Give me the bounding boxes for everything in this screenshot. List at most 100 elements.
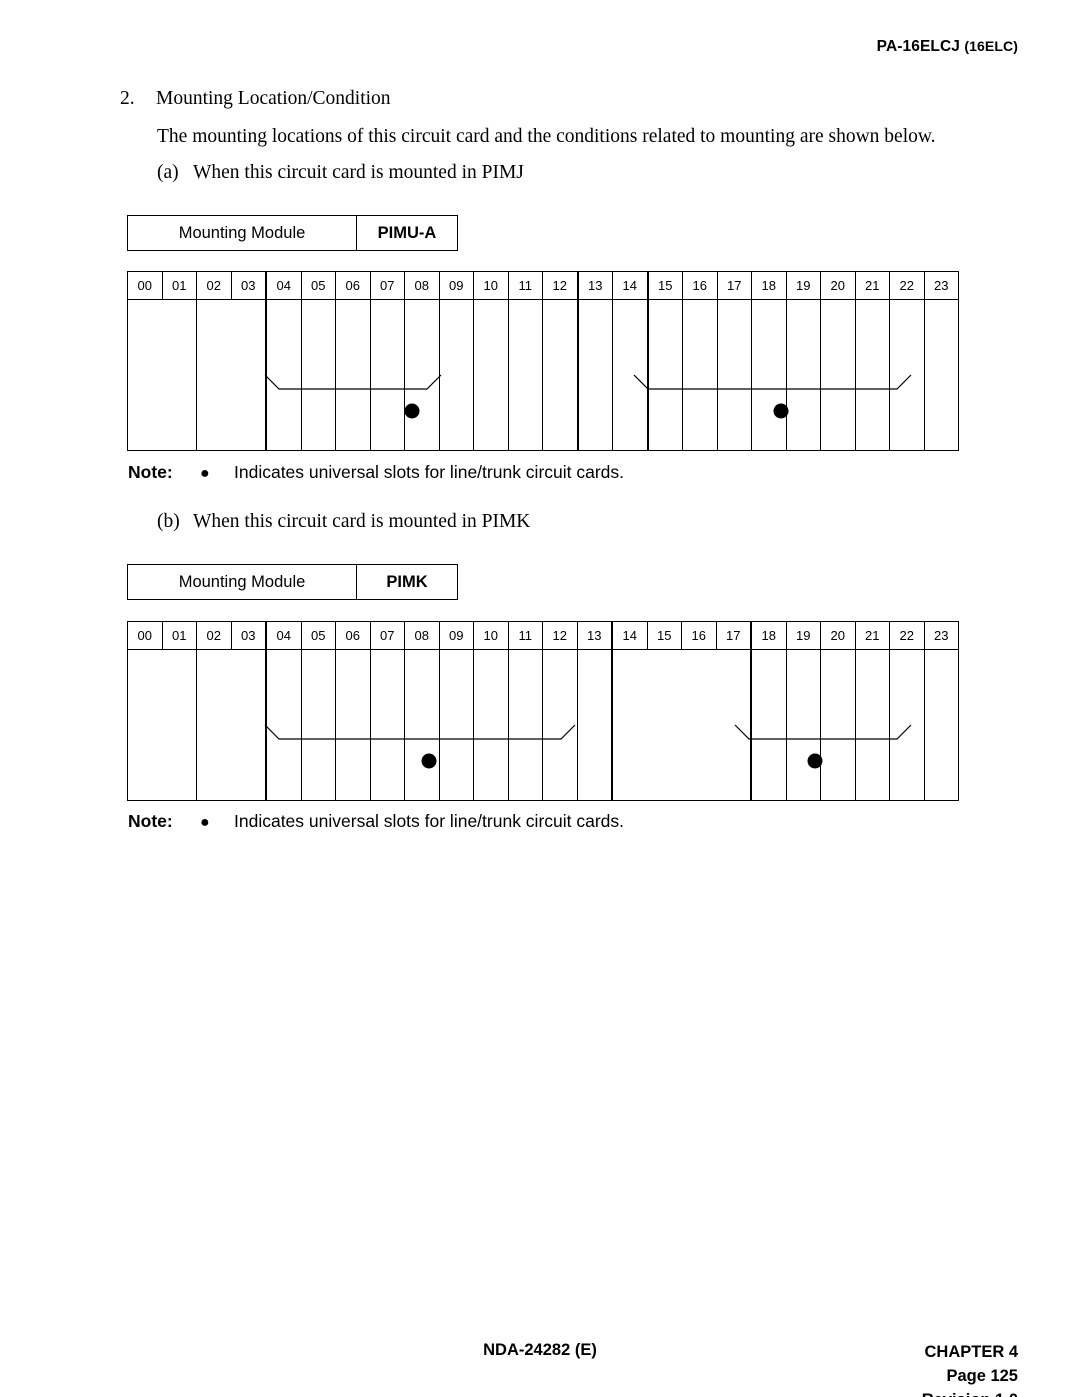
header-product-suffix: (16ELC): [964, 38, 1018, 54]
slot-body-cell: [716, 299, 752, 451]
slot-number-cell: 17: [715, 621, 752, 650]
slot-number-cell: 16: [681, 621, 717, 650]
slot-number-cell: 21: [854, 621, 890, 650]
slot-number-cell: 11: [507, 271, 543, 300]
module-label-b: Mounting Module: [127, 564, 357, 600]
slot-number-cell: 10: [473, 621, 509, 650]
slot-number-cell: 09: [438, 271, 474, 300]
note-line-a: Note: ● Indicates universal slots for line…: [128, 462, 624, 483]
slot-body-cell: [473, 649, 509, 801]
slot-body-cell: [300, 299, 336, 451]
slot-number-cell: 05: [300, 621, 336, 650]
slot-body-cell: [750, 649, 787, 801]
footer-page: Page 125: [946, 1366, 1018, 1385]
slot-body-cell: [300, 649, 336, 801]
table-row: Mounting Module PIMK: [127, 564, 458, 600]
note-text-a: Indicates universal slots for line/trunk…: [234, 462, 625, 482]
slot-number-cell: 07: [369, 271, 405, 300]
slot-number-cell: 15: [646, 621, 682, 650]
slot-number-cell: 13: [577, 271, 613, 300]
module-label-a: Mounting Module: [127, 215, 357, 251]
subsection-a-label: (a): [157, 162, 179, 183]
slot-diagram-pimu-a: 00 01 02 03 04 05 06 07 08 09 10 11 12 1…: [127, 271, 959, 451]
slot-number-cell: 13: [576, 621, 613, 650]
subsection-b-label: (b): [157, 511, 180, 532]
slot-number-cell: 19: [785, 271, 821, 300]
slot-number-cell: 02: [196, 621, 232, 650]
slot-body-cell: [404, 299, 440, 451]
slot-number-cell: 05: [300, 271, 336, 300]
slot-body-row-a: [127, 299, 959, 451]
slot-number-cell: 17: [716, 271, 752, 300]
slot-number-cell: 18: [750, 621, 787, 650]
slot-number-cell: 19: [785, 621, 821, 650]
slot-number-cell: 23: [923, 621, 959, 650]
slot-number-cell: 20: [820, 271, 856, 300]
module-table-pimu-a: Mounting Module PIMU-A: [127, 215, 458, 251]
slot-number-cell: 03: [230, 271, 267, 300]
note-bullet-icon: ●: [200, 465, 210, 482]
slot-number-cell: 02: [196, 271, 232, 300]
table-row: Mounting Module PIMU-A: [127, 215, 458, 251]
note-line-b: Note: ● Indicates universal slots for line…: [128, 811, 624, 832]
slot-body-cell: [507, 649, 543, 801]
document-page: PA-16ELCJ (16ELC) 2. Mounting Location/Co…: [0, 0, 1080, 1397]
slot-number-cell: 21: [854, 271, 890, 300]
module-table-pimk: Mounting Module PIMK: [127, 564, 458, 600]
module-value-b: PIMK: [356, 564, 458, 600]
slot-number-cell: 12: [542, 271, 579, 300]
footer-chapter: CHAPTER 4: [924, 1343, 1018, 1361]
slot-body-cell: [369, 649, 405, 801]
slot-number-cell: 14: [611, 621, 648, 650]
slot-body-cell: [196, 649, 267, 801]
slot-number-cell: 11: [507, 621, 543, 650]
module-value-a: PIMU-A: [356, 215, 458, 251]
slot-grid-b: 00 01 02 03 04 05 06 07 08 09 10 11 12 1…: [127, 621, 959, 801]
slot-number-cell: 23: [923, 271, 959, 300]
slot-number-cell: 09: [438, 621, 474, 650]
footer-revision: Revision 1.0: [922, 1389, 1018, 1397]
header-product-code: PA-16ELCJ: [876, 38, 960, 55]
slot-number-cell: 20: [820, 621, 856, 650]
slot-number-cell: 16: [682, 271, 718, 300]
slot-number-cell: 08: [404, 271, 440, 300]
note-label-a: Note:: [128, 462, 173, 482]
slot-body-cell: [369, 299, 405, 451]
running-header: PA-16ELCJ (16ELC): [877, 38, 1018, 56]
slot-body-cell: [265, 299, 302, 451]
note-bullet-icon: ●: [200, 814, 210, 831]
slot-number-cell: 00: [127, 621, 163, 650]
slot-body-cell: [889, 649, 925, 801]
slot-body-row-b: [127, 649, 959, 801]
subsection-a-heading: (a) When this circuit card is mounted in …: [157, 162, 524, 184]
section-title: Mounting Location/Condition: [156, 88, 391, 109]
slot-body-cell: [196, 299, 267, 451]
slot-body-cell: [923, 299, 959, 451]
slot-body-cell: [785, 649, 821, 801]
slot-number-cell: 03: [230, 621, 267, 650]
slot-number-row-b: 00 01 02 03 04 05 06 07 08 09 10 11 12 1…: [127, 621, 959, 650]
slot-body-cell: [923, 649, 959, 801]
slot-body-cell: [335, 299, 371, 451]
subsection-a-text: When this circuit card is mounted in PIM…: [193, 162, 524, 183]
slot-body-cell: [507, 299, 543, 451]
subsection-b-text: When this circuit card is mounted in PIM…: [193, 511, 531, 532]
slot-number-cell: 04: [265, 271, 302, 300]
slot-body-cell: [820, 649, 856, 801]
slot-body-cell: [127, 649, 197, 801]
slot-number-cell: 22: [889, 621, 925, 650]
slot-number-cell: 06: [335, 621, 371, 650]
slot-number-cell: 04: [265, 621, 302, 650]
slot-body-cell: [404, 649, 440, 801]
slot-body-cell: [576, 649, 613, 801]
slot-number-cell: 00: [127, 271, 163, 300]
slot-number-cell: 22: [889, 271, 925, 300]
slot-number-cell: 15: [646, 271, 683, 300]
slot-number-row-a: 00 01 02 03 04 05 06 07 08 09 10 11 12 1…: [127, 271, 959, 300]
note-text-b: Indicates universal slots for line/trunk…: [234, 811, 625, 831]
section-number: 2.: [120, 88, 135, 109]
slot-body-cell: [854, 649, 890, 801]
slot-body-cell: [682, 299, 718, 451]
slot-body-cell: [785, 299, 821, 451]
slot-body-cell: [127, 299, 197, 451]
